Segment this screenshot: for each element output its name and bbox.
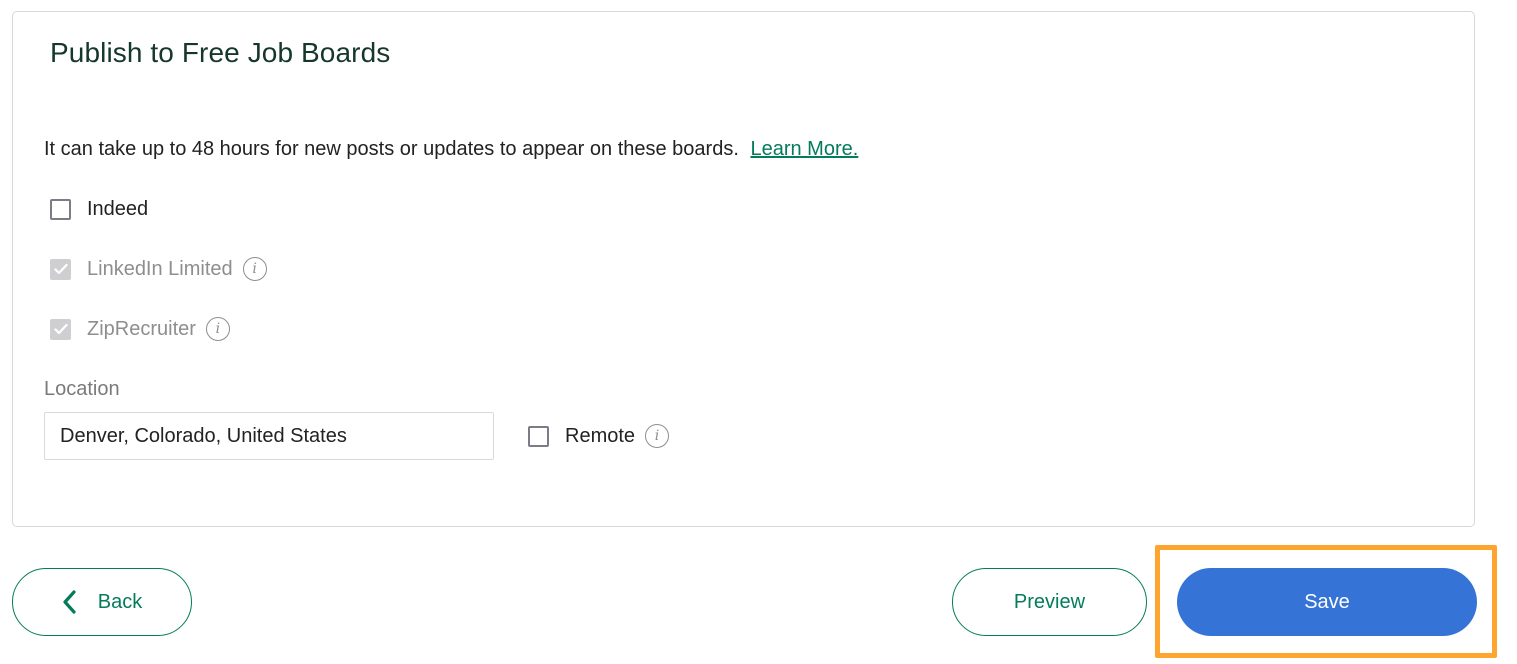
checkmark-icon	[53, 263, 68, 275]
checkmark-icon	[53, 323, 68, 335]
learn-more-link[interactable]: Learn More.	[750, 138, 858, 160]
location-input[interactable]	[44, 412, 494, 460]
remote-option[interactable]: Remote i	[528, 421, 670, 451]
ziprecruiter-label: ZipRecruiter	[87, 317, 196, 340]
job-board-option-ziprecruiter: ZipRecruiter i	[50, 314, 230, 344]
job-boards-card: Publish to Free Job Boards It can take u…	[12, 11, 1475, 527]
page: Publish to Free Job Boards It can take u…	[0, 0, 1517, 664]
preview-button[interactable]: Preview	[952, 568, 1147, 636]
preview-label: Preview	[1013, 590, 1086, 613]
linkedin-checkbox	[50, 258, 71, 280]
info-icon[interactable]: i	[205, 317, 230, 341]
indeed-label[interactable]: Indeed	[87, 198, 148, 221]
notice-text: It can take up to 48 hours for new posts…	[44, 138, 739, 160]
location-label: Location	[44, 378, 120, 400]
notice-text-row: It can take up to 48 hours for new posts…	[44, 138, 858, 161]
job-board-option-linkedin: LinkedIn Limited i	[50, 254, 267, 284]
section-title: Publish to Free Job Boards	[50, 37, 391, 68]
indeed-checkbox[interactable]	[50, 198, 71, 220]
linkedin-label: LinkedIn Limited	[87, 257, 233, 280]
job-board-option-indeed[interactable]: Indeed	[50, 194, 148, 224]
ziprecruiter-checkbox	[50, 318, 71, 340]
chevron-left-icon	[62, 590, 76, 614]
back-button[interactable]: Back	[12, 568, 192, 636]
info-icon[interactable]: i	[242, 257, 267, 281]
remote-label[interactable]: Remote	[565, 425, 635, 448]
save-button[interactable]: Save	[1177, 568, 1477, 636]
back-label: Back	[97, 590, 143, 613]
remote-checkbox[interactable]	[528, 425, 549, 447]
info-icon[interactable]: i	[645, 424, 670, 448]
save-label: Save	[1304, 590, 1350, 613]
